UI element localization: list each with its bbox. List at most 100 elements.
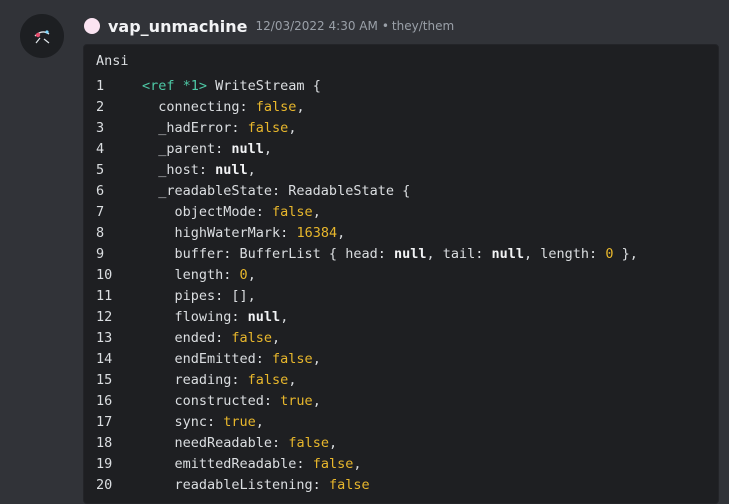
line-number: 12 bbox=[96, 309, 113, 325]
message-header: vap_unmachine 12/03/2022 4:30 AM • they/… bbox=[84, 14, 454, 38]
code-token: connecting: bbox=[142, 99, 256, 115]
code-block[interactable]: Ansi 1 <ref *1> WriteStream { 2 connecting… bbox=[83, 44, 719, 504]
line-number: 18 bbox=[96, 435, 113, 451]
code-line: 7 objectMode: false, bbox=[96, 202, 321, 223]
line-number: 2 bbox=[96, 99, 105, 115]
code-token: false bbox=[328, 477, 370, 493]
code-token: null bbox=[393, 246, 427, 262]
code-line: 19 emittedReadable: false, bbox=[96, 454, 361, 475]
code-token: false bbox=[312, 456, 354, 472]
line-number: 9 bbox=[96, 246, 105, 262]
code-line: 16 constructed: true, bbox=[96, 391, 321, 412]
code-token: buffer: BufferList { head: bbox=[142, 246, 394, 262]
code-token: false bbox=[247, 372, 289, 388]
code-line: 9 buffer: BufferList { head: null, tail:… bbox=[96, 244, 638, 265]
code-token: emittedReadable: bbox=[142, 456, 313, 472]
separator: • bbox=[381, 19, 389, 33]
code-token: highWaterMark: bbox=[142, 225, 297, 241]
line-number: 1 bbox=[96, 78, 105, 94]
username[interactable]: vap_unmachine bbox=[108, 17, 248, 36]
line-number: 5 bbox=[96, 162, 105, 178]
code-token: , bbox=[353, 456, 362, 472]
code-token: false bbox=[231, 330, 273, 346]
line-number: 7 bbox=[96, 204, 105, 220]
code-line: 18 needReadable: false, bbox=[96, 433, 337, 454]
code-token: , bbox=[272, 330, 281, 346]
code-token: , bbox=[312, 393, 321, 409]
code-language-label: Ansi bbox=[96, 53, 129, 69]
line-number: 6 bbox=[96, 183, 105, 199]
code-line: 17 sync: true, bbox=[96, 412, 264, 433]
code-token: 16384 bbox=[296, 225, 338, 241]
line-number: 8 bbox=[96, 225, 105, 241]
code-line: 10 length: 0, bbox=[96, 265, 256, 286]
code-token: pipes: [], bbox=[142, 288, 256, 304]
code-token: readableListening: bbox=[142, 477, 329, 493]
code-line: 2 connecting: false, bbox=[96, 97, 305, 118]
code-token: , length: bbox=[524, 246, 606, 262]
code-token: true bbox=[223, 414, 256, 430]
code-token: length: bbox=[142, 267, 240, 283]
code-token: false bbox=[247, 120, 289, 136]
line-number: 19 bbox=[96, 456, 113, 472]
code-line: 11 pipes: [], bbox=[96, 286, 256, 307]
code-token: , bbox=[312, 351, 321, 367]
code-token: _hadError: bbox=[142, 120, 248, 136]
code-token: , tail: bbox=[426, 246, 492, 262]
code-token: constructed: bbox=[142, 393, 281, 409]
code-token: false bbox=[288, 435, 329, 451]
code-token: _readableState: ReadableState { bbox=[142, 183, 411, 199]
code-token: flowing: bbox=[142, 309, 248, 325]
line-number: 16 bbox=[96, 393, 113, 409]
code-token: }, bbox=[613, 246, 638, 262]
avatar-image bbox=[20, 14, 64, 58]
code-token: <ref *1> bbox=[142, 78, 208, 94]
code-line: 15 reading: false, bbox=[96, 370, 296, 391]
code-token: sync: bbox=[142, 414, 224, 430]
code-token: , bbox=[312, 204, 321, 220]
code-token: objectMode: bbox=[142, 204, 273, 220]
code-token: , bbox=[288, 120, 297, 136]
code-token: true bbox=[280, 393, 313, 409]
code-token: , bbox=[280, 309, 289, 325]
line-number: 11 bbox=[96, 288, 113, 304]
code-line: 1 <ref *1> WriteStream { bbox=[96, 76, 321, 97]
code-line: 5 _host: null, bbox=[96, 160, 256, 181]
code-line: 14 endEmitted: false, bbox=[96, 349, 321, 370]
line-number: 14 bbox=[96, 351, 113, 367]
avatar[interactable] bbox=[20, 14, 64, 58]
code-line: 12 flowing: null, bbox=[96, 307, 288, 328]
code-token: null bbox=[491, 246, 525, 262]
code-token: , bbox=[247, 162, 256, 178]
code-token: false bbox=[272, 204, 313, 220]
code-token: reading: bbox=[142, 372, 248, 388]
code-line: 3 _hadError: false, bbox=[96, 118, 296, 139]
code-token: endEmitted: bbox=[142, 351, 273, 367]
code-token: , bbox=[247, 267, 256, 283]
code-token: 0 bbox=[239, 267, 248, 283]
line-number: 3 bbox=[96, 120, 105, 136]
role-icon bbox=[84, 18, 100, 34]
code-line: 4 _parent: null, bbox=[96, 139, 272, 160]
code-token: needReadable: bbox=[142, 435, 289, 451]
timestamp[interactable]: 12/03/2022 4:30 AM bbox=[256, 19, 378, 33]
code-token: , bbox=[263, 141, 273, 157]
code-line: 6 _readableState: ReadableState { bbox=[96, 181, 410, 202]
code-token: null bbox=[247, 309, 281, 325]
line-number: 4 bbox=[96, 141, 105, 157]
code-token: null bbox=[231, 141, 264, 157]
code-token: ended: bbox=[142, 330, 232, 346]
code-token: null bbox=[215, 162, 248, 178]
code-token: _parent: bbox=[142, 141, 232, 157]
line-number: 17 bbox=[96, 414, 113, 430]
code-line: 13 ended: false, bbox=[96, 328, 280, 349]
code-token: , bbox=[328, 435, 338, 451]
code-token: WriteStream { bbox=[207, 78, 321, 94]
pronouns: they/them bbox=[391, 19, 455, 33]
line-number: 13 bbox=[96, 330, 113, 346]
code-token: , bbox=[288, 372, 297, 388]
code-token: false bbox=[255, 99, 297, 115]
code-line: 8 highWaterMark: 16384, bbox=[96, 223, 345, 244]
code-token: _host: bbox=[142, 162, 216, 178]
code-token: , bbox=[337, 225, 346, 241]
